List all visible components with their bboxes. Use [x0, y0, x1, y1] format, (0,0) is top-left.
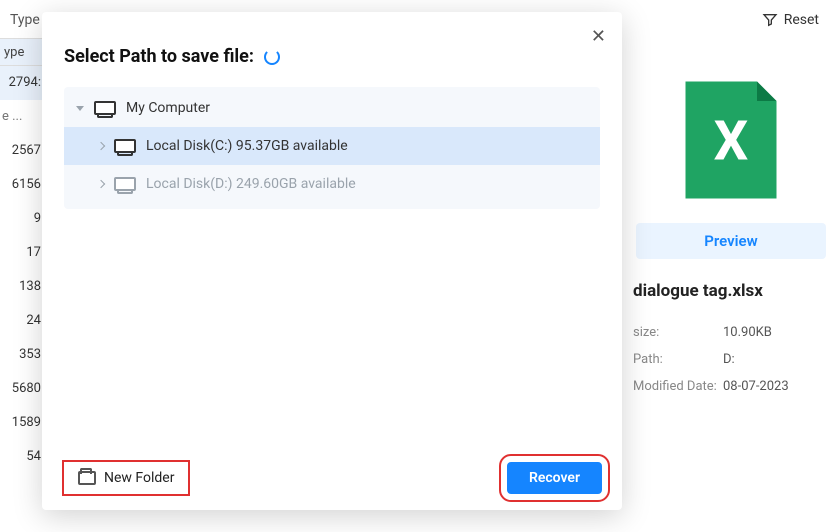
- close-button[interactable]: ✕: [591, 26, 606, 47]
- list-item[interactable]: 17: [0, 236, 45, 270]
- chevron-right-icon: [97, 142, 105, 150]
- dialog-title: Select Path to save file:: [64, 46, 254, 67]
- recover-button[interactable]: Recover: [507, 462, 602, 494]
- file-list-fragment: ype 2794: e ... 2567 6156 9 17 138 24 35…: [0, 38, 45, 474]
- tree-drive-d[interactable]: Local Disk(D:) 249.60GB available: [64, 165, 600, 203]
- list-item[interactable]: 9: [0, 202, 45, 236]
- list-header: ype: [0, 38, 45, 66]
- tree-label: Local Disk(D:) 249.60GB available: [146, 176, 356, 192]
- tree-label: My Computer: [126, 100, 210, 116]
- meta-date-value: 08-07-2023: [723, 379, 789, 394]
- list-item[interactable]: 54: [0, 440, 45, 474]
- tree-drive-c[interactable]: Local Disk(C:) 95.37GB available: [64, 127, 600, 165]
- list-item[interactable]: 24: [0, 304, 45, 338]
- new-folder-button[interactable]: New Folder: [62, 460, 190, 496]
- folder-tree: My Computer Local Disk(C:) 95.37GB avail…: [64, 87, 600, 209]
- list-item[interactable]: 2794:: [0, 66, 45, 100]
- meta-path-label: Path:: [633, 352, 723, 367]
- preview-file-name: dialogue tag.xlsx: [631, 281, 831, 301]
- reset-icon: [762, 12, 778, 28]
- computer-icon: [94, 101, 116, 115]
- list-item[interactable]: e ...: [0, 100, 45, 134]
- svg-text:X: X: [714, 110, 749, 174]
- meta-path-value: D:: [723, 352, 735, 367]
- preview-button[interactable]: Preview: [636, 223, 826, 259]
- drive-icon: [114, 139, 136, 153]
- meta-size-value: 10.90KB: [723, 325, 772, 340]
- save-path-dialog: ✕ Select Path to save file: My Computer …: [42, 12, 622, 510]
- tree-root[interactable]: My Computer: [64, 89, 600, 127]
- list-item[interactable]: 6156: [0, 168, 45, 202]
- list-item[interactable]: 353: [0, 338, 45, 372]
- meta-date-label: Modified Date:: [633, 379, 723, 394]
- list-item[interactable]: 5680: [0, 372, 45, 406]
- caret-down-icon: [76, 106, 84, 111]
- refresh-icon[interactable]: [264, 49, 280, 65]
- new-folder-icon: [78, 471, 96, 485]
- tree-label: Local Disk(C:) 95.37GB available: [146, 138, 348, 154]
- excel-file-icon: X: [666, 75, 796, 205]
- meta-size-label: size:: [633, 325, 723, 340]
- list-item[interactable]: 138: [0, 270, 45, 304]
- reset-button[interactable]: Reset: [762, 12, 819, 28]
- list-item[interactable]: 2567: [0, 134, 45, 168]
- preview-panel: X Preview dialogue tag.xlsx size:10.90KB…: [631, 55, 831, 400]
- list-item[interactable]: 1589: [0, 406, 45, 440]
- chevron-right-icon: [97, 180, 105, 188]
- drive-icon: [114, 177, 136, 191]
